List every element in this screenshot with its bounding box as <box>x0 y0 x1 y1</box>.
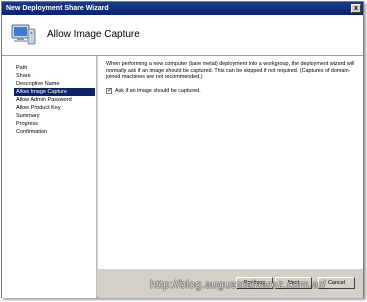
close-button[interactable]: x <box>351 4 361 13</box>
nav-item-path[interactable]: Path <box>14 64 29 72</box>
nav-item-progress[interactable]: Progress <box>14 120 40 128</box>
nav-item-summary[interactable]: Summary <box>14 112 42 120</box>
nav-item-allow-product-key[interactable]: Allow Product Key <box>14 104 63 112</box>
nav-item-descriptive-name[interactable]: Descriptive Name <box>14 80 61 88</box>
nav-item-share[interactable]: Share <box>14 72 33 80</box>
title-bar: New Deployment Share Wizard x <box>2 2 363 15</box>
wizard-header: Allow Image Capture <box>2 15 363 56</box>
nav-item-allow-image-capture[interactable]: Allow Image Capture <box>14 88 95 96</box>
description-text: When performing a new computer (bare met… <box>106 61 355 80</box>
computer-wizard-icon <box>11 24 36 45</box>
nav-item-confirmation[interactable]: Confirmation <box>14 128 49 136</box>
wizard-window: New Deployment Share Wizard x Allow Imag… <box>1 1 364 298</box>
content-pane: When performing a new computer (bare met… <box>98 56 363 269</box>
window-title: New Deployment Share Wizard <box>6 5 109 12</box>
watermark-url: http://blog.augustoalvarez.com.ar/ <box>150 279 326 291</box>
ask-image-capture-checkbox[interactable]: ✓ <box>106 88 112 94</box>
nav-item-allow-admin-password[interactable]: Allow Admin Password <box>14 96 74 104</box>
ask-image-capture-label[interactable]: Ask if an image should be captured. <box>115 88 201 95</box>
wizard-steps-nav: Path Share Descriptive Name Allow Image … <box>2 56 97 298</box>
page-title: Allow Image Capture <box>47 29 140 40</box>
